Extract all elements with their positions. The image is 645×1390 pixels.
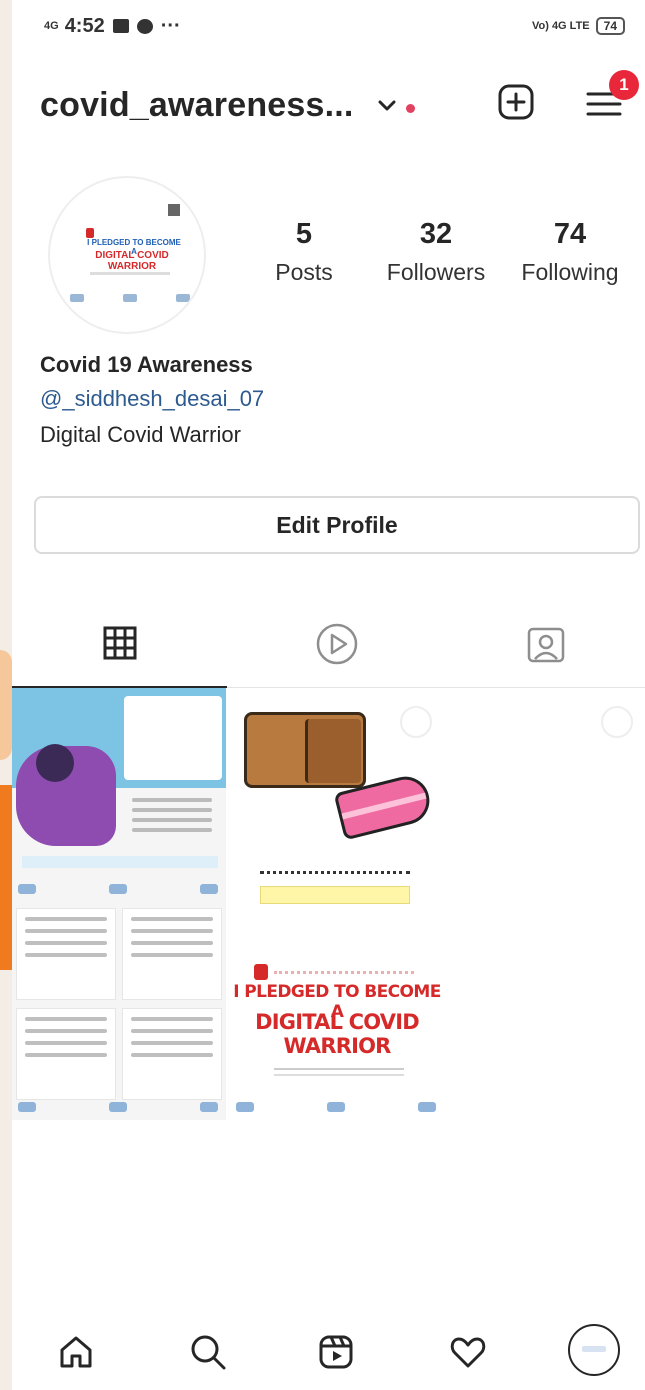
new-post-icon[interactable]	[496, 82, 536, 122]
posts-count: 5	[295, 218, 313, 250]
mention-link[interactable]: @_siddhesh_desai_07	[40, 386, 600, 418]
post1-panel-1	[16, 908, 116, 1000]
post1-illustration-head	[36, 744, 74, 782]
profile-bio: Covid 19 Awareness @_siddhesh_desai_07 D…	[40, 352, 600, 454]
post1-footer-logos	[18, 884, 218, 896]
bio-text: Digital Covid Warrior	[40, 422, 241, 447]
nav-search[interactable]	[184, 1328, 232, 1376]
soundwave-graphic	[260, 858, 410, 874]
profile-header: covid_awareness... 1	[12, 70, 645, 140]
username-title[interactable]: covid_awareness...	[40, 86, 354, 125]
orange-strip	[0, 785, 12, 970]
dotted-line	[274, 970, 414, 974]
home-icon	[60, 1336, 92, 1368]
post-thumbnail-3[interactable]	[448, 688, 645, 1120]
yellow-bar	[260, 886, 410, 904]
post1-panel-3	[16, 1008, 116, 1100]
post-thumbnail-2[interactable]: I PLEDGED TO BECOME A DIGITAL COVID WARR…	[230, 688, 444, 1120]
post1-text-lines	[132, 798, 212, 838]
following-count: 74	[553, 218, 587, 250]
followers-stat[interactable]: 32 Followers	[376, 218, 496, 286]
grid-icon	[103, 626, 136, 660]
battery-icon: 74	[595, 17, 625, 35]
signal-label: 4G	[44, 20, 59, 32]
followers-count: 32	[419, 218, 453, 250]
avatar-corner-logo	[168, 204, 180, 216]
status-time: 4:52	[64, 14, 105, 37]
posts-stat[interactable]: 5 Posts	[264, 218, 344, 286]
peach-shape	[0, 650, 12, 760]
post2-small-text	[274, 1068, 404, 1076]
profile-tabs	[12, 600, 645, 688]
following-label: Following	[521, 259, 619, 285]
display-name: Covid 19 Awareness	[40, 352, 253, 377]
post1-callout	[124, 696, 222, 780]
nav-profile-avatar[interactable]	[568, 1324, 620, 1376]
tab-tagged[interactable]	[447, 600, 645, 688]
reels-icon	[319, 1335, 353, 1369]
posts-grid: I PLEDGED TO BECOME A DIGITAL COVID WARR…	[12, 688, 645, 1120]
search-icon	[191, 1335, 226, 1370]
mail-icon	[112, 19, 129, 33]
post2-footer-logos	[236, 1102, 436, 1114]
tab-posts-grid[interactable]	[12, 600, 227, 688]
status-bar: 4G 4:52 ··· Vo) 4G LTE 74	[12, 0, 645, 52]
heart-icon	[450, 1337, 486, 1368]
notification-badge: 1	[609, 70, 639, 100]
post1-panel-2	[122, 908, 222, 1000]
nav-home[interactable]	[52, 1328, 100, 1376]
play-circle-icon	[316, 623, 358, 665]
posts-label: Posts	[275, 259, 333, 285]
nav-reels[interactable]	[312, 1328, 360, 1376]
edit-profile-button[interactable]: Edit Profile	[34, 496, 640, 554]
followers-label: Followers	[386, 259, 486, 285]
network-label: Vo) 4G LTE	[531, 20, 590, 32]
left-edge-strip	[0, 0, 12, 1390]
profile-stats: 5 Posts 32 Followers 74 Following	[0, 218, 645, 298]
raised-hand-icon	[254, 964, 268, 980]
following-stat[interactable]: 74 Following	[510, 218, 630, 286]
pledge-line2: DIGITAL COVID WARRIOR	[255, 1010, 420, 1058]
more-notifications-icon: ···	[160, 14, 181, 37]
post-thumbnail-1[interactable]	[12, 688, 226, 1120]
status-right: Vo) 4G LTE 74	[532, 17, 625, 35]
chat-icon	[136, 18, 153, 34]
post1-footer-logos-2	[18, 1102, 218, 1114]
tagged-person-icon	[527, 627, 565, 663]
account-unread-dot	[405, 103, 415, 113]
tab-reels[interactable]	[227, 600, 447, 688]
post1-heading-strip	[22, 856, 218, 868]
reel-indicator-icon	[601, 706, 633, 738]
reel-indicator-icon	[400, 706, 432, 738]
wallet-illustration	[244, 712, 366, 788]
bottom-navigation	[12, 1318, 645, 1390]
nav-activity[interactable]	[444, 1328, 492, 1376]
chevron-down-icon[interactable]	[376, 94, 398, 116]
post1-panel-4	[122, 1008, 222, 1100]
